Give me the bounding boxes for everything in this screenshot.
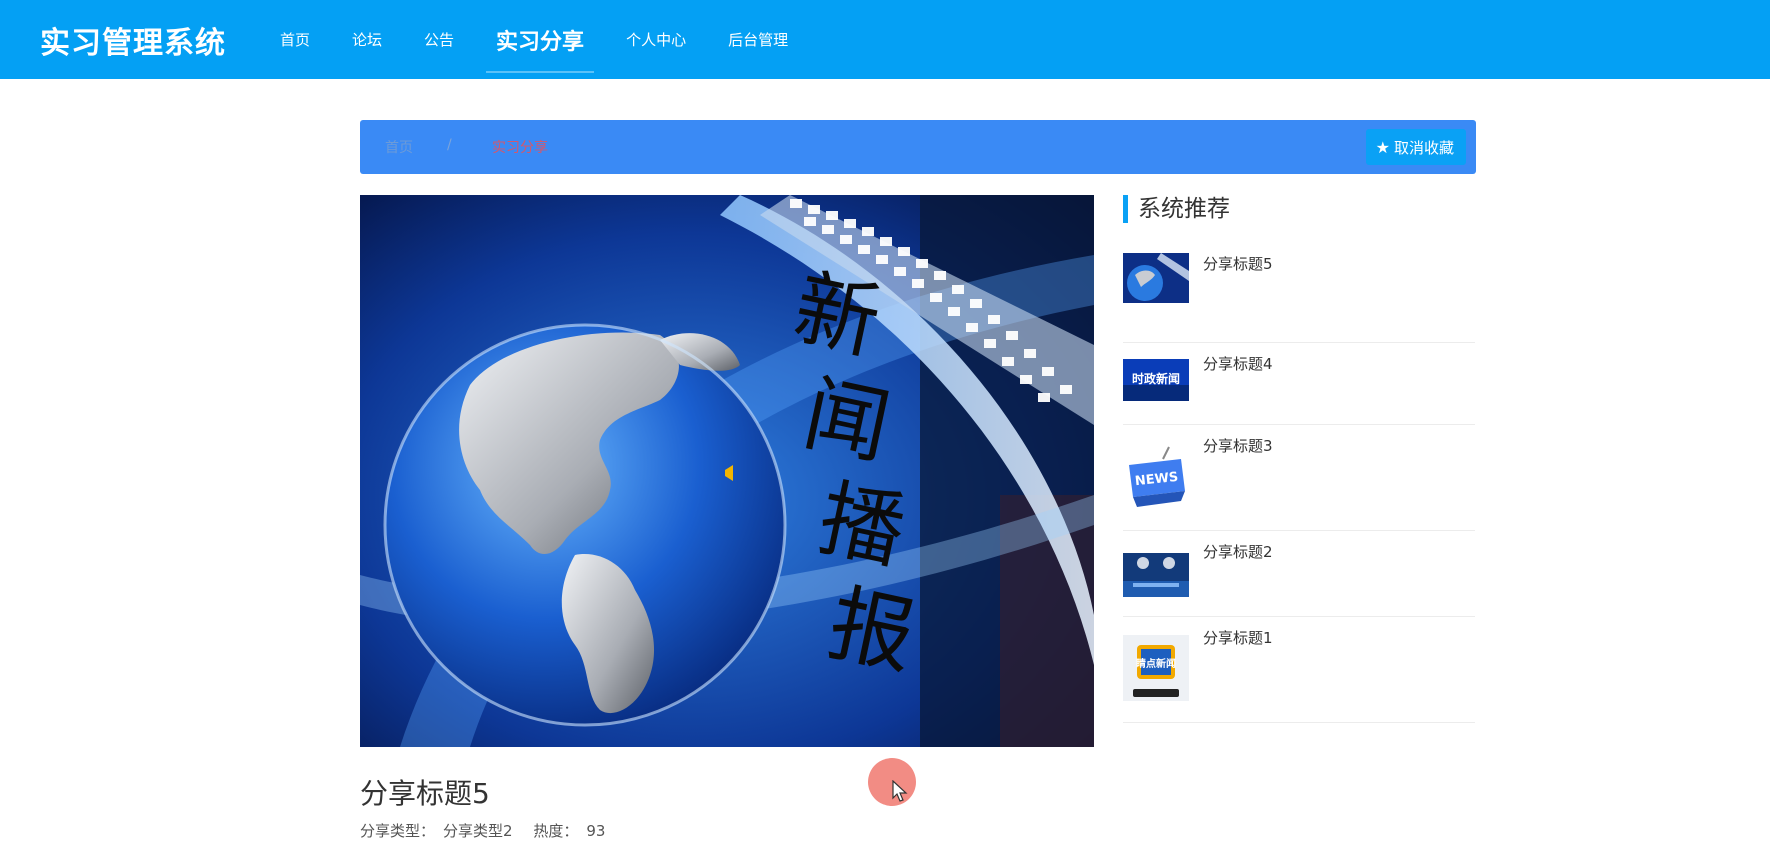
app-title[interactable]: 实习管理系统 [40, 18, 226, 62]
article-title: 分享标题5 [360, 777, 490, 810]
recommendation-title[interactable]: 分享标题4 [1203, 353, 1273, 374]
top-navbar: 实习管理系统 首页 论坛 公告 实习分享 个人中心 后台管理 [0, 0, 1770, 79]
breadcrumb-home-link[interactable]: 首页 [385, 137, 413, 157]
recommendation-title[interactable]: 分享标题3 [1203, 435, 1273, 456]
nav-item-announcement[interactable]: 公告 [424, 0, 454, 79]
article-meta: 分享类型： 分享类型2 热度： 93 [360, 820, 613, 841]
recommendation-title[interactable]: 分享标题1 [1203, 627, 1273, 648]
recommendation-item[interactable]: 时政新闻 分享标题4 [1123, 343, 1475, 425]
recommendation-item[interactable]: 睛点新闻 分享标题1 [1123, 617, 1475, 723]
nav-item-personal-center[interactable]: 个人中心 [626, 0, 686, 79]
recommendation-item[interactable]: 分享标题2 [1123, 531, 1475, 617]
nav-item-admin[interactable]: 后台管理 [728, 0, 788, 79]
news-broadcast-illustration: 新 闻 播 报 [360, 195, 1094, 747]
recommendation-title[interactable]: 分享标题2 [1203, 541, 1273, 562]
heat-label: 热度： [533, 822, 579, 840]
unfavorite-button-label: 取消收藏 [1393, 138, 1454, 157]
recommendation-item[interactable]: 分享标题5 [1123, 253, 1475, 343]
recommendation-title[interactable]: 分享标题5 [1203, 253, 1273, 274]
recommendation-thumbnail: 睛点新闻 [1123, 635, 1189, 701]
nav-item-internship-share[interactable]: 实习分享 [486, 0, 595, 79]
cursor-arrow-icon [892, 780, 908, 802]
sidebar-heading: 系统推荐 [1123, 195, 1475, 223]
unfavorite-button[interactable]: ★ 取消收藏 [1365, 129, 1466, 165]
recommendation-thumbnail: 时政新闻 [1123, 359, 1189, 401]
heat-value: 93 [586, 822, 606, 840]
recommendation-sidebar: 系统推荐 分享标题5 时政新闻 分享标题4 NEWS 分享标题3 分享标题2 睛… [1123, 195, 1475, 723]
recommendation-item[interactable]: NEWS 分享标题3 [1123, 425, 1475, 531]
svg-text:睛点新闻: 睛点新闻 [1136, 657, 1176, 670]
recommendation-thumbnail [1123, 253, 1189, 303]
breadcrumb-current: 实习分享 [492, 140, 548, 156]
nav-item-forum[interactable]: 论坛 [352, 0, 382, 79]
share-type-label: 分享类型： [360, 822, 436, 840]
nav-item-home[interactable]: 首页 [280, 0, 310, 79]
svg-text:时政新闻: 时政新闻 [1132, 371, 1180, 386]
share-type-value: 分享类型2 [443, 822, 513, 840]
article-cover-image: 新 闻 播 报 [360, 195, 1094, 747]
recommendation-thumbnail [1123, 553, 1189, 597]
main-nav: 首页 论坛 公告 实习分享 个人中心 后台管理 [280, 0, 830, 79]
recommendation-thumbnail: NEWS [1123, 445, 1189, 511]
breadcrumb: 首页 / 实习分享 ★ 取消收藏 [360, 120, 1476, 174]
breadcrumb-separator: / [447, 137, 452, 153]
star-icon: ★ [1375, 137, 1390, 157]
